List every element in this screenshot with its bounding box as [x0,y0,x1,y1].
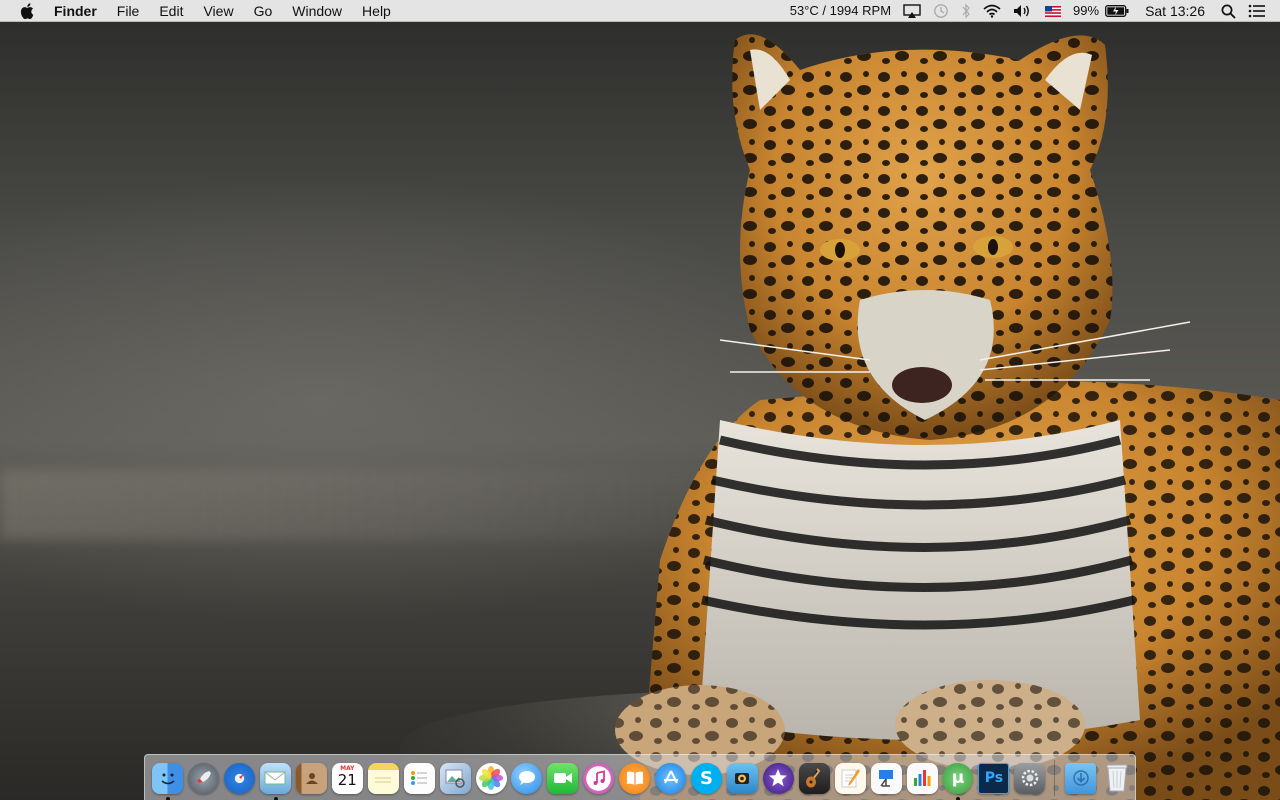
us-flag-icon[interactable] [1039,0,1067,22]
clock[interactable]: Sat 13:26 [1135,0,1215,22]
safari-icon [224,762,256,794]
dock-separator [1054,760,1056,796]
menu-edit[interactable]: Edit [149,0,193,22]
airplay-icon[interactable] [897,0,927,22]
launchpad-icon [188,762,220,794]
battery-percent[interactable]: 99% [1067,0,1105,22]
dock-facetime[interactable] [545,760,580,796]
dock-trash[interactable] [1099,760,1134,796]
menu-window[interactable]: Window [282,0,352,22]
menu-help[interactable]: Help [352,0,401,22]
dock-photo-booth[interactable] [725,760,760,796]
menu-file[interactable]: File [107,0,150,22]
dock-photoshop[interactable]: Ps [976,760,1011,796]
system-preferences-icon [1014,762,1046,794]
downloads-folder-icon [1065,762,1097,794]
dock: MAY 21 S µ Ps [144,754,1136,800]
dock-downloads[interactable] [1063,760,1098,796]
calendar-day: 21 [337,770,357,789]
dock-safari[interactable] [222,760,257,796]
dock-keynote[interactable] [868,760,903,796]
sensor-readout[interactable]: 53°C / 1994 RPM [784,0,897,22]
photo-booth-icon [726,762,758,794]
dock-finder[interactable] [150,760,185,800]
apple-menu-icon[interactable] [16,0,38,22]
dock-skype[interactable]: S [689,760,724,796]
battery-icon[interactable] [1105,0,1135,22]
pages-icon [834,762,866,794]
mail-icon [259,762,291,794]
spotlight-icon[interactable] [1215,0,1242,22]
keynote-icon [870,762,902,794]
trash-icon [1101,763,1132,794]
wifi-icon[interactable] [977,0,1007,22]
dock-photos[interactable] [473,760,508,796]
dock-mail[interactable] [258,760,293,800]
dock-contacts[interactable] [294,760,329,796]
dock-notes[interactable] [366,760,401,796]
notes-icon [367,762,399,794]
menu-go[interactable]: Go [244,0,283,22]
dock-calendar[interactable]: MAY 21 [330,760,365,796]
dock-imovie[interactable] [761,760,796,796]
utorrent-icon: µ [942,762,974,794]
menu-view[interactable]: View [193,0,243,22]
dock-system-preferences[interactable] [1012,760,1047,796]
dock-pages[interactable] [833,760,868,796]
preview-icon [439,762,471,794]
desktop-wallpaper [0,0,1280,800]
itunes-icon [583,762,615,794]
dock-ibooks[interactable] [617,760,652,796]
finder-icon [152,762,184,794]
dock-garageband[interactable] [797,760,832,796]
ibooks-icon [619,762,651,794]
app-store-icon [655,762,687,794]
facetime-icon [547,762,579,794]
dock-preview[interactable] [437,760,472,796]
time-machine-icon[interactable] [927,0,955,22]
garageband-icon [798,762,830,794]
dock-launchpad[interactable] [186,760,221,796]
dock-app-store[interactable] [653,760,688,796]
dock-itunes[interactable] [581,760,616,796]
menu-bar: Finder File Edit View Go Window Help 53°… [0,0,1280,22]
reminders-icon [403,762,435,794]
skype-icon: S [691,762,723,794]
volume-icon[interactable] [1007,0,1039,22]
dock-reminders[interactable] [401,760,436,796]
notification-center-icon[interactable] [1242,0,1272,22]
imovie-icon [762,762,794,794]
dock-numbers[interactable] [904,760,939,796]
photos-icon [475,762,507,794]
photoshop-icon: Ps [978,762,1010,794]
jaguar-illustration [615,34,1280,800]
dock-messages[interactable] [509,760,544,796]
messages-icon [511,762,543,794]
dock-utorrent[interactable]: µ [940,760,975,800]
bluetooth-icon[interactable] [955,0,977,22]
contacts-icon [295,762,327,794]
numbers-icon [906,762,938,794]
app-menu-finder[interactable]: Finder [54,0,107,22]
calendar-icon: MAY 21 [331,762,363,794]
